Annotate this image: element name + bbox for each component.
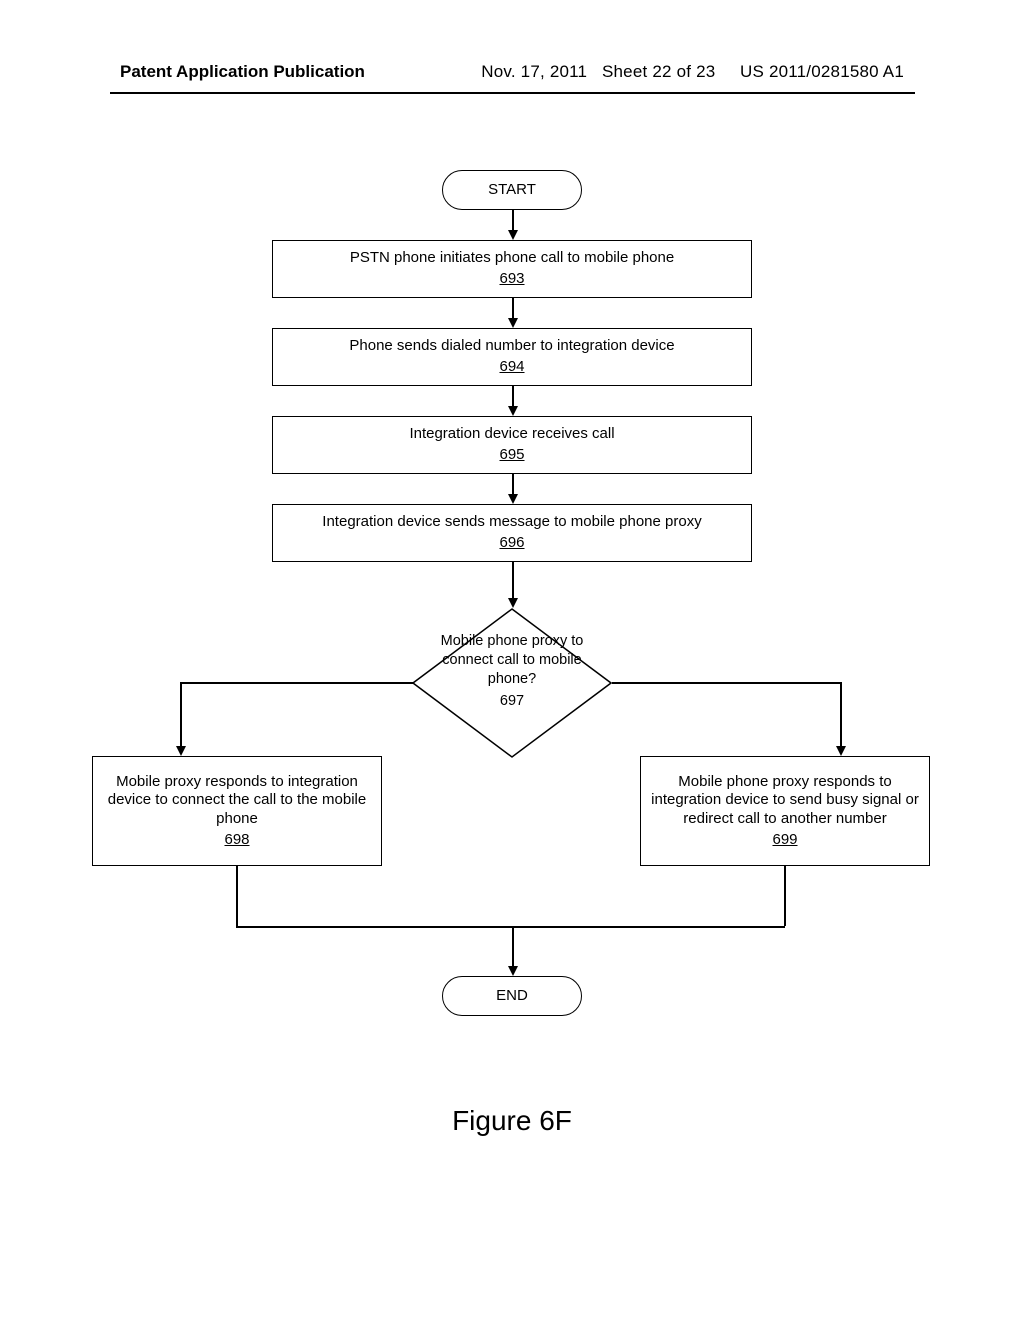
- connector: [512, 926, 514, 970]
- step-693: PSTN phone initiates phone call to mobil…: [272, 240, 752, 298]
- arrowhead-icon: [508, 318, 518, 328]
- step-696: Integration device sends message to mobi…: [272, 504, 752, 562]
- connector: [236, 866, 238, 926]
- connector: [784, 866, 786, 926]
- step-694: Phone sends dialed number to integration…: [272, 328, 752, 386]
- arrow: [512, 562, 514, 602]
- page-header: Patent Application Publication Nov. 17, …: [0, 62, 1024, 90]
- connector: [180, 682, 413, 684]
- flowchart: START PSTN phone initiates phone call to…: [110, 170, 915, 1130]
- arrowhead-icon: [508, 230, 518, 240]
- decision-697: Mobile phone proxy to connect call to mo…: [412, 608, 612, 758]
- arrowhead-icon: [508, 598, 518, 608]
- arrowhead-icon: [508, 406, 518, 416]
- step-699: Mobile phone proxy responds to integrati…: [640, 756, 930, 866]
- figure-label: Figure 6F: [0, 1105, 1024, 1137]
- arrowhead-icon: [508, 494, 518, 504]
- connector: [840, 682, 842, 750]
- header-right: Nov. 17, 2011 Sheet 22 of 23 US 2011/028…: [481, 62, 904, 82]
- header-rule: [110, 92, 915, 94]
- end-node: END: [442, 976, 582, 1016]
- step-695: Integration device receives call 695: [272, 416, 752, 474]
- step-698: Mobile proxy responds to integration dev…: [92, 756, 382, 866]
- arrowhead-icon: [836, 746, 846, 756]
- connector: [612, 682, 840, 684]
- arrowhead-icon: [176, 746, 186, 756]
- start-node: START: [442, 170, 582, 210]
- header-left: Patent Application Publication: [120, 62, 365, 82]
- connector: [180, 682, 182, 750]
- arrowhead-icon: [508, 966, 518, 976]
- connector: [236, 926, 785, 928]
